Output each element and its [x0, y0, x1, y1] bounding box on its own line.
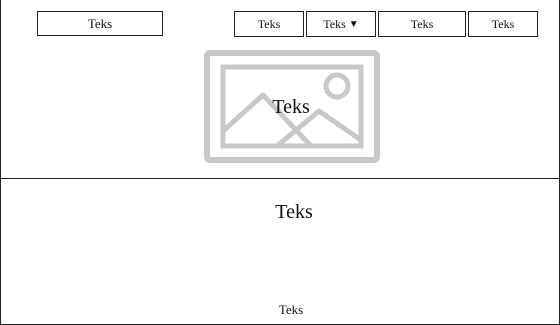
- header-section: Teks Teks Teks ▼ Teks Teks Teks: [1, 0, 559, 178]
- nav-item-1-label: Teks: [257, 16, 281, 31]
- nav-item-3[interactable]: Teks: [378, 11, 466, 37]
- nav-item-4-label: Teks: [491, 16, 515, 31]
- caret-down-icon: ▼: [348, 18, 359, 30]
- logo-box[interactable]: Teks: [37, 11, 163, 36]
- hero-text: Teks: [272, 96, 310, 118]
- page-frame: Teks Teks Teks ▼ Teks Teks Teks Teks Tek…: [0, 0, 560, 325]
- nav-item-2-label: Teks: [323, 16, 346, 31]
- main-title: Teks: [275, 201, 313, 223]
- footer-text: Teks: [278, 302, 304, 317]
- nav-item-4[interactable]: Teks: [468, 11, 538, 37]
- nav-item-1[interactable]: Teks: [234, 11, 304, 37]
- nav-item-2-dropdown[interactable]: Teks ▼: [306, 11, 376, 37]
- section-divider: [1, 178, 560, 179]
- nav-item-3-label: Teks: [410, 16, 434, 31]
- logo-label: Teks: [87, 15, 113, 31]
